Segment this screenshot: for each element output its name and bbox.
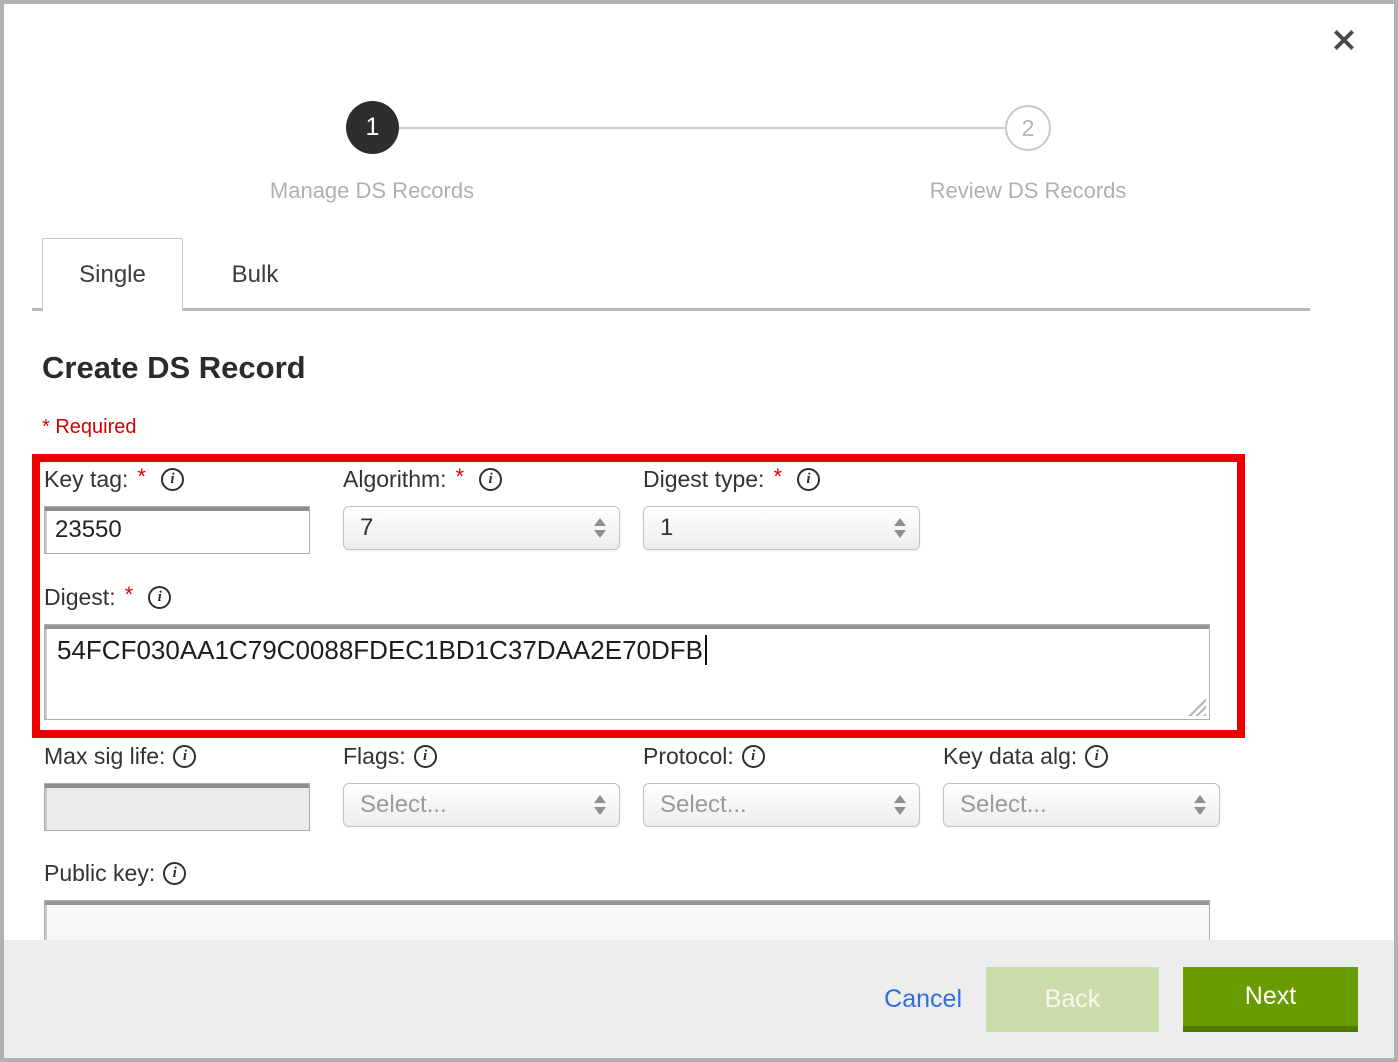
flags-info-icon[interactable]: i bbox=[414, 745, 437, 768]
algorithm-info-icon[interactable]: i bbox=[479, 468, 502, 491]
key-tag-info-icon[interactable]: i bbox=[161, 468, 184, 491]
field-protocol: Protocol: i Select... bbox=[643, 741, 920, 827]
required-note: * Required bbox=[42, 416, 137, 439]
max-sig-life-label: Max sig life: bbox=[44, 743, 165, 770]
select-arrows-icon bbox=[894, 795, 906, 815]
tab-bulk[interactable]: Bulk bbox=[183, 238, 327, 311]
select-arrows-icon bbox=[894, 518, 906, 538]
stepper-connector-line bbox=[398, 127, 1006, 129]
algorithm-required-asterisk: * bbox=[456, 464, 465, 490]
field-max-sig-life: Max sig life: i bbox=[44, 741, 310, 831]
text-cursor bbox=[705, 635, 707, 665]
step-1-circle: 1 bbox=[346, 101, 399, 154]
key-tag-input[interactable] bbox=[44, 506, 310, 554]
public-key-label: Public key: bbox=[44, 860, 155, 887]
footer-action-bar: Cancel Back Next bbox=[4, 940, 1394, 1058]
digest-type-required-asterisk: * bbox=[773, 464, 782, 490]
field-key-data-alg: Key data alg: i Select... bbox=[943, 741, 1220, 827]
tab-bar-underline bbox=[32, 308, 1310, 311]
key-tag-label: Key tag: bbox=[44, 466, 128, 493]
step-1-number: 1 bbox=[366, 113, 380, 142]
tab-single[interactable]: Single bbox=[42, 238, 183, 311]
digest-type-select[interactable]: 1 bbox=[643, 506, 920, 550]
algorithm-label: Algorithm: bbox=[343, 466, 447, 493]
digest-type-info-icon[interactable]: i bbox=[797, 468, 820, 491]
flags-select[interactable]: Select... bbox=[343, 783, 620, 827]
textarea-resize-handle[interactable] bbox=[1188, 698, 1206, 716]
close-button[interactable] bbox=[1326, 22, 1362, 58]
select-arrows-icon bbox=[1194, 795, 1206, 815]
field-key-tag: Key tag: * i bbox=[44, 464, 310, 554]
back-button[interactable]: Back bbox=[986, 967, 1159, 1032]
digest-type-label: Digest type: bbox=[643, 466, 764, 493]
protocol-placeholder: Select... bbox=[660, 791, 747, 819]
step-2-number: 2 bbox=[1022, 115, 1035, 142]
flags-label: Flags: bbox=[343, 743, 406, 770]
page-title: Create DS Record bbox=[42, 350, 306, 386]
step-1-label: Manage DS Records bbox=[172, 178, 572, 204]
algorithm-selected-value: 7 bbox=[360, 514, 373, 542]
field-flags: Flags: i Select... bbox=[343, 741, 620, 827]
digest-type-selected-value: 1 bbox=[660, 514, 673, 542]
digest-required-asterisk: * bbox=[125, 582, 134, 608]
step-2-label: Review DS Records bbox=[828, 178, 1228, 204]
max-sig-life-info-icon[interactable]: i bbox=[173, 745, 196, 768]
field-digest-type: Digest type: * i 1 bbox=[643, 464, 920, 550]
wizard-stepper: 1 2 Manage DS Records Review DS Records bbox=[0, 0, 1398, 230]
field-digest: Digest: * i 54FCF030AA1C79C0088FDEC1BD1C… bbox=[44, 582, 1210, 720]
algorithm-select[interactable]: 7 bbox=[343, 506, 620, 550]
close-icon bbox=[1330, 26, 1358, 54]
key-data-alg-label: Key data alg: bbox=[943, 743, 1077, 770]
digest-info-icon[interactable]: i bbox=[148, 586, 171, 609]
field-algorithm: Algorithm: * i 7 bbox=[343, 464, 620, 550]
digest-label: Digest: bbox=[44, 584, 116, 611]
protocol-select[interactable]: Select... bbox=[643, 783, 920, 827]
key-data-alg-info-icon[interactable]: i bbox=[1085, 745, 1108, 768]
cancel-button[interactable]: Cancel bbox=[884, 985, 962, 1014]
key-tag-required-asterisk: * bbox=[137, 464, 146, 490]
select-arrows-icon bbox=[594, 518, 606, 538]
flags-placeholder: Select... bbox=[360, 791, 447, 819]
protocol-info-icon[interactable]: i bbox=[742, 745, 765, 768]
select-arrows-icon bbox=[594, 795, 606, 815]
next-button[interactable]: Next bbox=[1183, 967, 1358, 1032]
digest-value: 54FCF030AA1C79C0088FDEC1BD1C37DAA2E70DFB bbox=[57, 635, 703, 665]
protocol-label: Protocol: bbox=[643, 743, 734, 770]
key-data-alg-placeholder: Select... bbox=[960, 791, 1047, 819]
digest-textarea[interactable]: 54FCF030AA1C79C0088FDEC1BD1C37DAA2E70DFB bbox=[44, 624, 1210, 720]
public-key-info-icon[interactable]: i bbox=[163, 862, 186, 885]
step-2-circle: 2 bbox=[1005, 105, 1051, 151]
max-sig-life-input[interactable] bbox=[44, 783, 310, 831]
key-data-alg-select[interactable]: Select... bbox=[943, 783, 1220, 827]
